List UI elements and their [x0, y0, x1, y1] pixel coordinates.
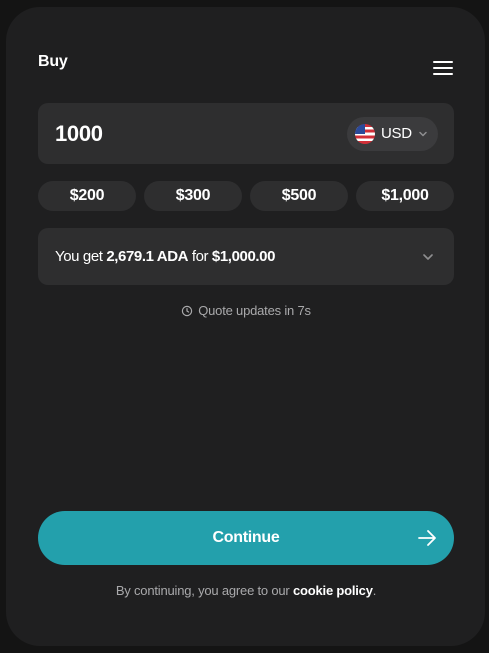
- quick-amount-button-500[interactable]: $500: [250, 181, 348, 211]
- arrow-right-icon: [418, 530, 436, 546]
- page-title: Buy: [38, 53, 68, 70]
- buy-widget: Buy USD $200 $300 $500 $1,000 You get 2,…: [6, 7, 485, 646]
- quick-amount-button-200[interactable]: $200: [38, 181, 136, 211]
- hamburger-menu-icon[interactable]: [433, 60, 455, 76]
- continue-label: Continue: [212, 529, 280, 546]
- refresh-text: Quote updates in 7s: [198, 303, 311, 318]
- quote-text: You get 2,679.1 ADA for $1,000.00: [55, 248, 275, 265]
- quote-prefix: You get: [55, 248, 107, 265]
- continue-button[interactable]: Continue: [38, 511, 454, 565]
- amount-input[interactable]: [55, 120, 255, 147]
- currency-code: USD: [381, 125, 412, 142]
- header: Buy: [38, 53, 455, 79]
- quote-refresh-timer: Quote updates in 7s: [38, 303, 454, 318]
- quick-amount-button-1000[interactable]: $1,000: [356, 181, 454, 211]
- chevron-down-icon: [419, 131, 427, 136]
- currency-select[interactable]: USD: [347, 116, 438, 151]
- legal-suffix: .: [372, 583, 377, 598]
- legal-notice: By continuing, you agree to our cookie p…: [38, 583, 454, 598]
- quick-amount-row: $200 $300 $500 $1,000: [38, 181, 454, 211]
- us-flag-icon: [355, 123, 375, 144]
- quote-middle: for: [188, 248, 212, 265]
- quote-dropdown[interactable]: You get 2,679.1 ADA for $1,000.00: [38, 228, 454, 285]
- receive-amount: 2,679.1 ADA: [106, 248, 189, 265]
- chevron-down-icon: [423, 253, 433, 260]
- amount-field-container: USD: [38, 103, 454, 164]
- legal-prefix: By continuing, you agree to our: [115, 583, 293, 598]
- clock-icon: [182, 305, 193, 316]
- cookie-policy-link[interactable]: cookie policy: [293, 583, 373, 598]
- pay-amount: $1,000.00: [211, 248, 276, 265]
- quick-amount-button-300[interactable]: $300: [144, 181, 242, 211]
